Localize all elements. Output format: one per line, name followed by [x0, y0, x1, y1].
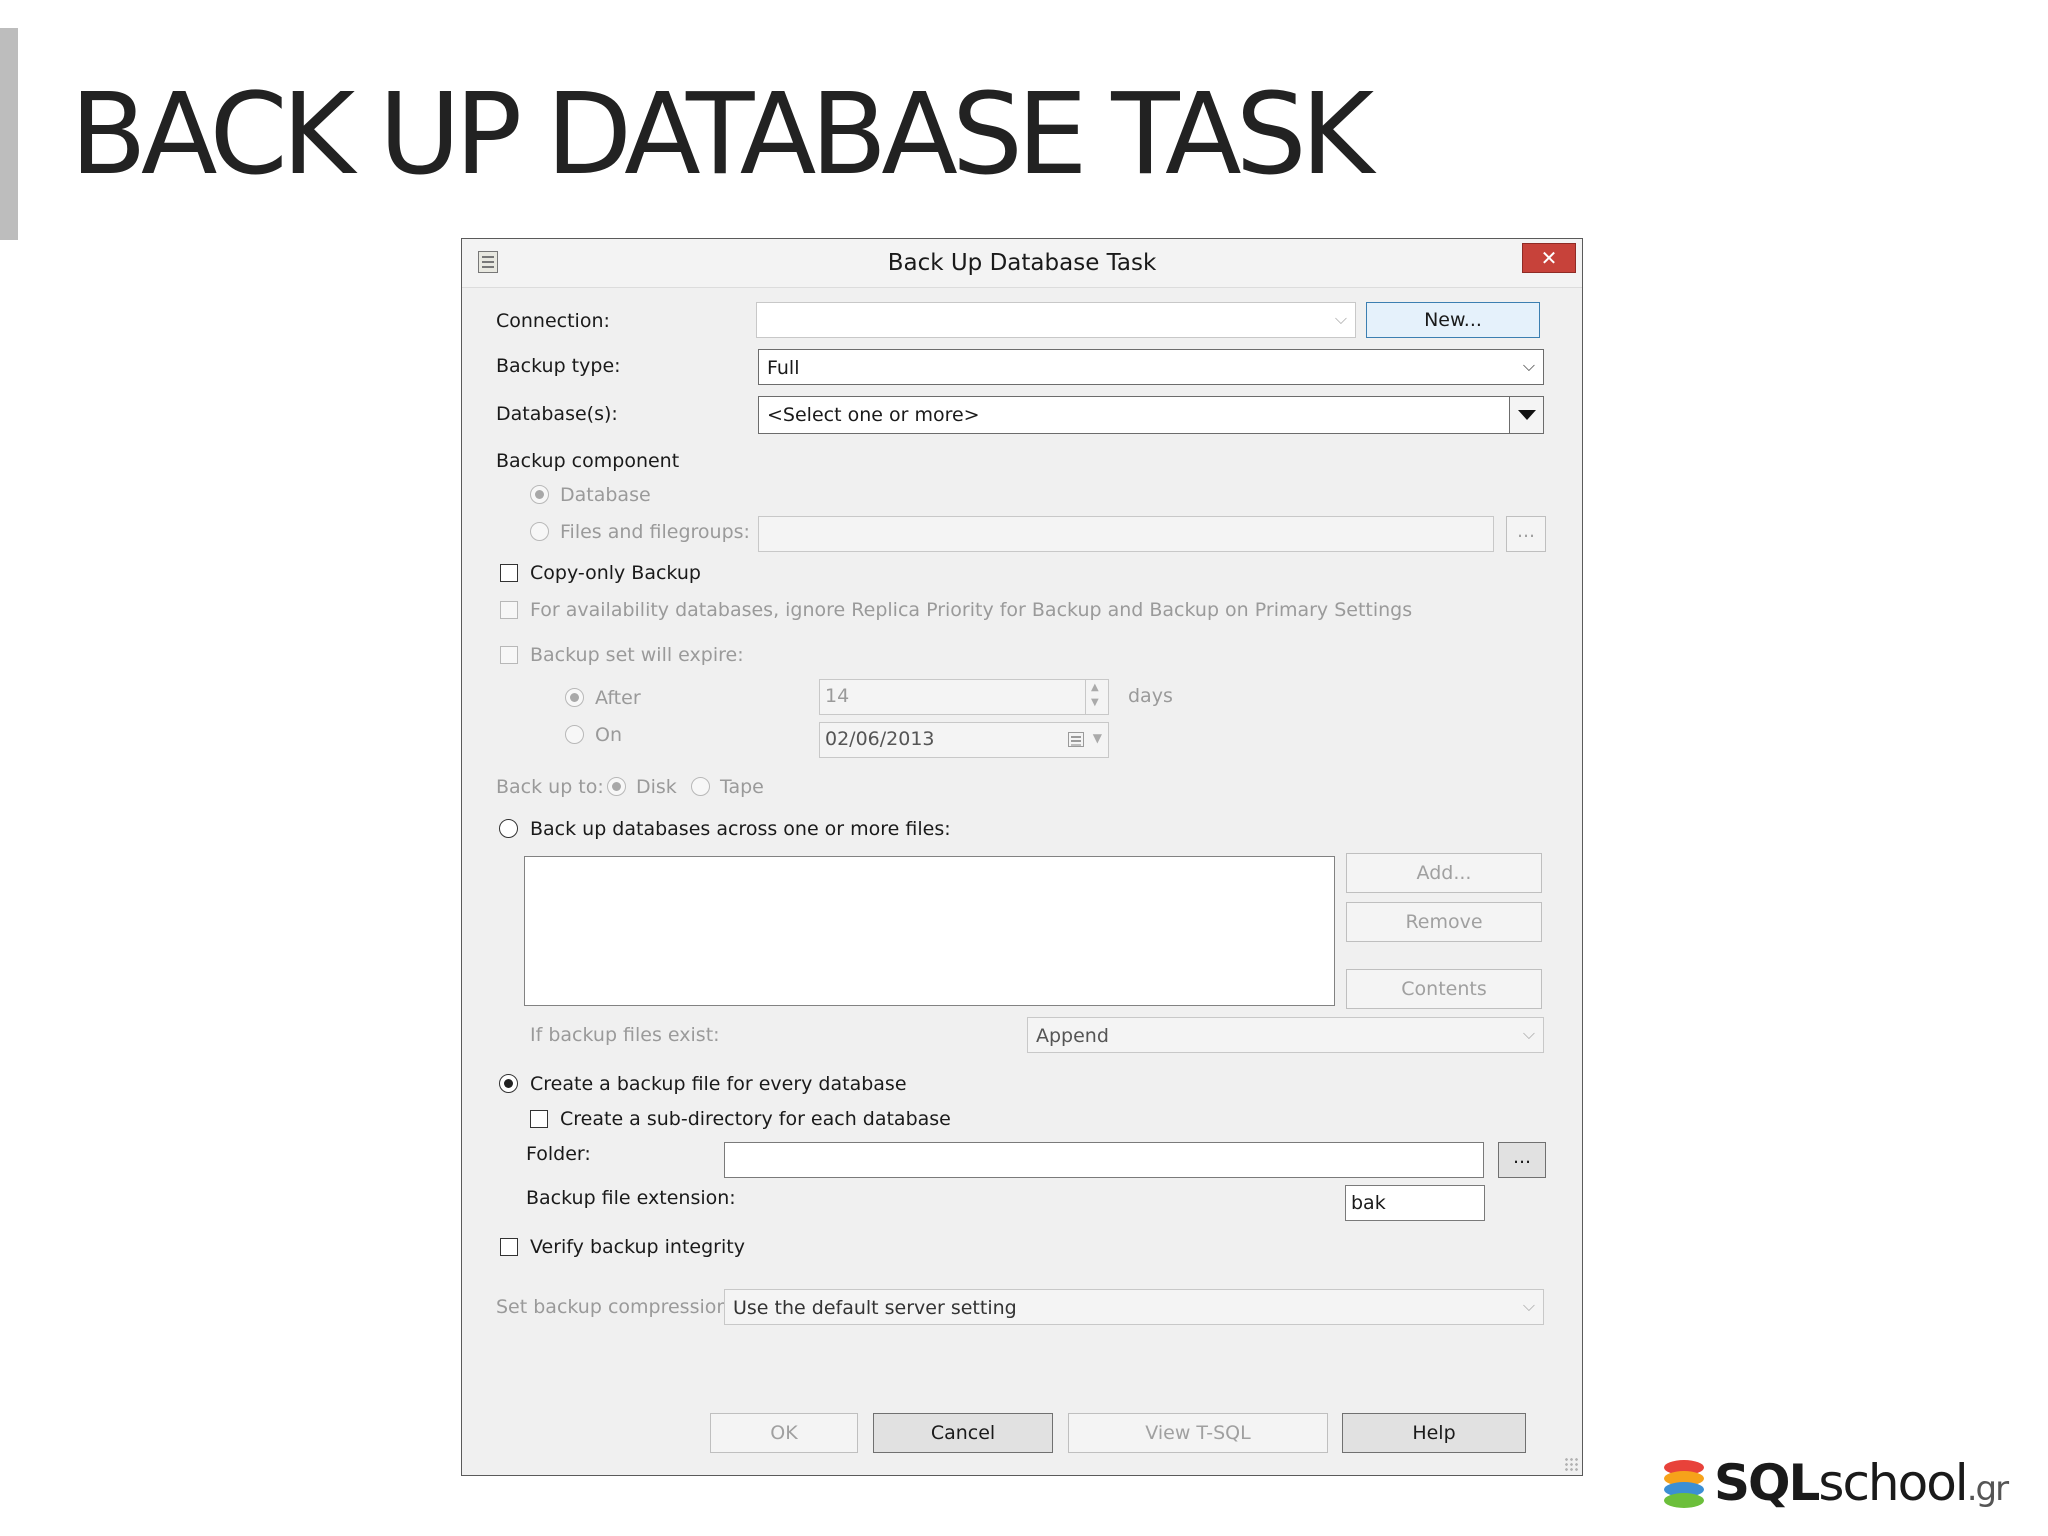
chevron-down-icon: ⌵ [1522, 1024, 1535, 1043]
backup-type-label: Backup type: [496, 355, 621, 377]
logo-light-text: school [1818, 1454, 1968, 1512]
days-label: days [1128, 685, 1173, 707]
databases-combo[interactable]: <Select one or more> [758, 396, 1544, 434]
backup-to-tape-radio[interactable] [691, 777, 710, 796]
expire-days-value: 14 [825, 685, 850, 707]
extension-value: bak [1351, 1192, 1386, 1214]
compression-value: Use the default server setting [733, 1297, 1017, 1319]
across-files-radio[interactable] [499, 819, 518, 838]
expire-date-picker[interactable]: 02/06/2013 ▼ [819, 722, 1109, 758]
expire-on-radio[interactable] [565, 725, 584, 744]
new-connection-button[interactable]: New... [1366, 302, 1540, 338]
availability-checkbox[interactable] [500, 601, 518, 619]
folder-browse-button[interactable]: ... [1498, 1142, 1546, 1178]
backup-component-label: Backup component [496, 450, 680, 472]
component-database-radio[interactable] [530, 485, 549, 504]
filegroups-browse-button[interactable]: ... [1506, 516, 1546, 552]
compression-label: Set backup compression: [496, 1296, 735, 1318]
logo-bold-text: SQL [1714, 1454, 1820, 1512]
expire-days-spinner[interactable]: 14 ▲ ▼ [819, 679, 1109, 715]
sqlschool-logo: SQLschool.gr [1664, 1454, 2024, 1516]
component-database-label: Database [560, 484, 651, 506]
backup-type-combo[interactable]: Full ⌵ [758, 349, 1544, 385]
backup-to-disk-radio[interactable] [607, 777, 626, 796]
backup-dialog: Back Up Database Task ✕ Connection: ⌵ Ne… [461, 238, 1583, 1476]
backup-to-tape-label: Tape [720, 776, 764, 798]
expire-checkbox[interactable] [500, 646, 518, 664]
subdir-label: Create a sub-directory for each database [560, 1108, 951, 1130]
ok-button[interactable]: OK [710, 1413, 858, 1453]
dialog-titlebar: Back Up Database Task ✕ [462, 239, 1582, 288]
copy-only-label: Copy-only Backup [530, 562, 701, 584]
folder-field[interactable] [724, 1142, 1484, 1178]
resize-grip-icon[interactable] [1564, 1457, 1578, 1471]
availability-label: For availability databases, ignore Repli… [530, 599, 1413, 621]
expire-after-radio[interactable] [565, 688, 584, 707]
verify-label: Verify backup integrity [530, 1236, 745, 1258]
copy-only-checkbox[interactable] [500, 564, 518, 582]
expire-on-label: On [595, 724, 622, 746]
backup-to-disk-label: Disk [636, 776, 677, 798]
logo-suffix-text: .gr [1966, 1469, 2009, 1509]
across-files-label: Back up databases across one or more fil… [530, 818, 951, 840]
remove-file-button[interactable]: Remove [1346, 902, 1542, 942]
databases-value: <Select one or more> [767, 404, 980, 426]
chevron-down-icon: ⌵ [1522, 1296, 1535, 1315]
chevron-down-icon: ▼ [1092, 731, 1102, 745]
close-button[interactable]: ✕ [1522, 243, 1576, 273]
logo-stack-icon [1664, 1460, 1704, 1508]
slide-accent-bar [0, 28, 18, 240]
cancel-button[interactable]: Cancel [873, 1413, 1053, 1453]
verify-checkbox[interactable] [500, 1238, 518, 1256]
chevron-down-icon: ⌵ [1334, 309, 1347, 328]
expire-after-label: After [595, 687, 641, 709]
help-button[interactable]: Help [1342, 1413, 1526, 1453]
dialog-title: Back Up Database Task [887, 250, 1157, 276]
if-exist-label: If backup files exist: [530, 1024, 720, 1046]
if-exist-combo[interactable]: Append ⌵ [1027, 1017, 1544, 1053]
backup-to-label: Back up to: [496, 776, 604, 798]
connection-combo[interactable]: ⌵ [756, 302, 1356, 338]
logo-wordmark: SQLschool.gr [1714, 1454, 2009, 1512]
compression-combo[interactable]: Use the default server setting ⌵ [724, 1289, 1544, 1325]
dropdown-arrow-icon[interactable] [1509, 397, 1543, 433]
view-tsql-button[interactable]: View T-SQL [1068, 1413, 1328, 1453]
every-db-radio[interactable] [499, 1074, 518, 1093]
expire-label: Backup set will expire: [530, 644, 744, 666]
calendar-icon[interactable] [1068, 732, 1084, 747]
every-db-label: Create a backup file for every database [530, 1073, 907, 1095]
expire-date-value: 02/06/2013 [825, 728, 935, 750]
connection-label: Connection: [496, 310, 610, 332]
if-exist-value: Append [1036, 1025, 1109, 1047]
folder-label: Folder: [526, 1143, 591, 1165]
databases-label: Database(s): [496, 403, 618, 425]
filegroups-field[interactable] [758, 516, 1494, 552]
backup-type-value: Full [767, 357, 800, 379]
slide-title: BACK UP DATABASE TASK [70, 70, 1374, 200]
component-files-radio[interactable] [530, 522, 549, 541]
component-files-label: Files and filegroups: [560, 521, 750, 543]
add-file-button[interactable]: Add... [1346, 853, 1542, 893]
spinner-arrows-icon[interactable]: ▲ ▼ [1085, 680, 1108, 714]
chevron-down-icon: ⌵ [1522, 356, 1535, 375]
contents-button[interactable]: Contents [1346, 969, 1542, 1009]
subdir-checkbox[interactable] [530, 1110, 548, 1128]
backup-files-list[interactable] [524, 856, 1335, 1006]
extension-label: Backup file extension: [526, 1187, 736, 1209]
extension-field[interactable]: bak [1345, 1185, 1485, 1221]
